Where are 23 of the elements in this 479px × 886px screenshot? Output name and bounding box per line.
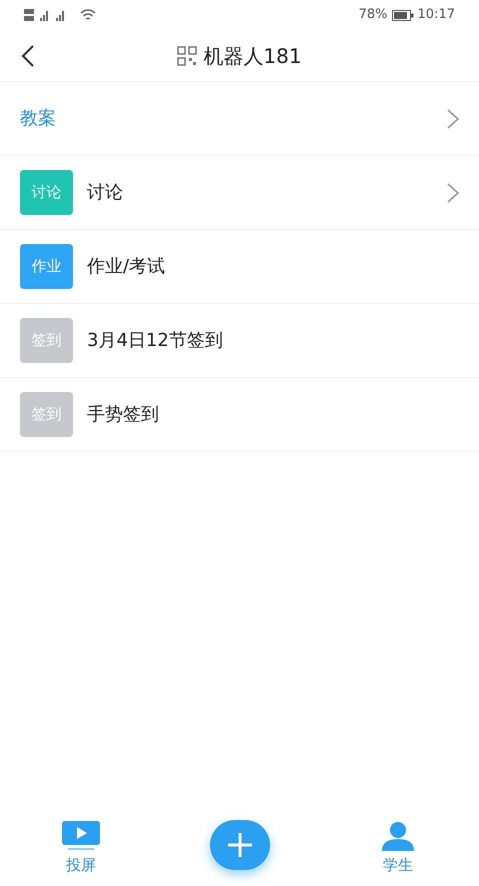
- clock-time: 10:17: [418, 6, 455, 24]
- list-item[interactable]: 签到 手势签到: [0, 378, 479, 452]
- item-label: 作业/考试: [87, 255, 166, 279]
- monitor-play-icon: [62, 821, 100, 852]
- category-tag: 作业: [20, 244, 73, 289]
- item-label: 讨论: [87, 181, 124, 205]
- battery-icon: [392, 10, 414, 20]
- qr-code-icon[interactable]: [177, 46, 198, 66]
- item-label: 手势签到: [87, 403, 160, 427]
- category-tag: 签到: [20, 392, 73, 437]
- wifi-icon: [80, 8, 96, 22]
- list-item[interactable]: 作业 作业/考试: [0, 230, 479, 304]
- person-icon: [381, 821, 415, 852]
- add-button[interactable]: [210, 820, 270, 870]
- page-title: 机器人181: [203, 42, 302, 70]
- category-tag: 签到: [20, 318, 73, 363]
- category-tag: 讨论: [20, 170, 73, 215]
- item-label: 3月4日12节签到: [87, 329, 224, 353]
- plus-icon: [226, 831, 254, 859]
- item-label: 教案: [20, 107, 57, 131]
- list-item[interactable]: 讨论 讨论: [0, 156, 479, 230]
- list-item[interactable]: 签到 3月4日12节签到: [0, 304, 479, 378]
- battery-percent: 78%: [358, 6, 388, 24]
